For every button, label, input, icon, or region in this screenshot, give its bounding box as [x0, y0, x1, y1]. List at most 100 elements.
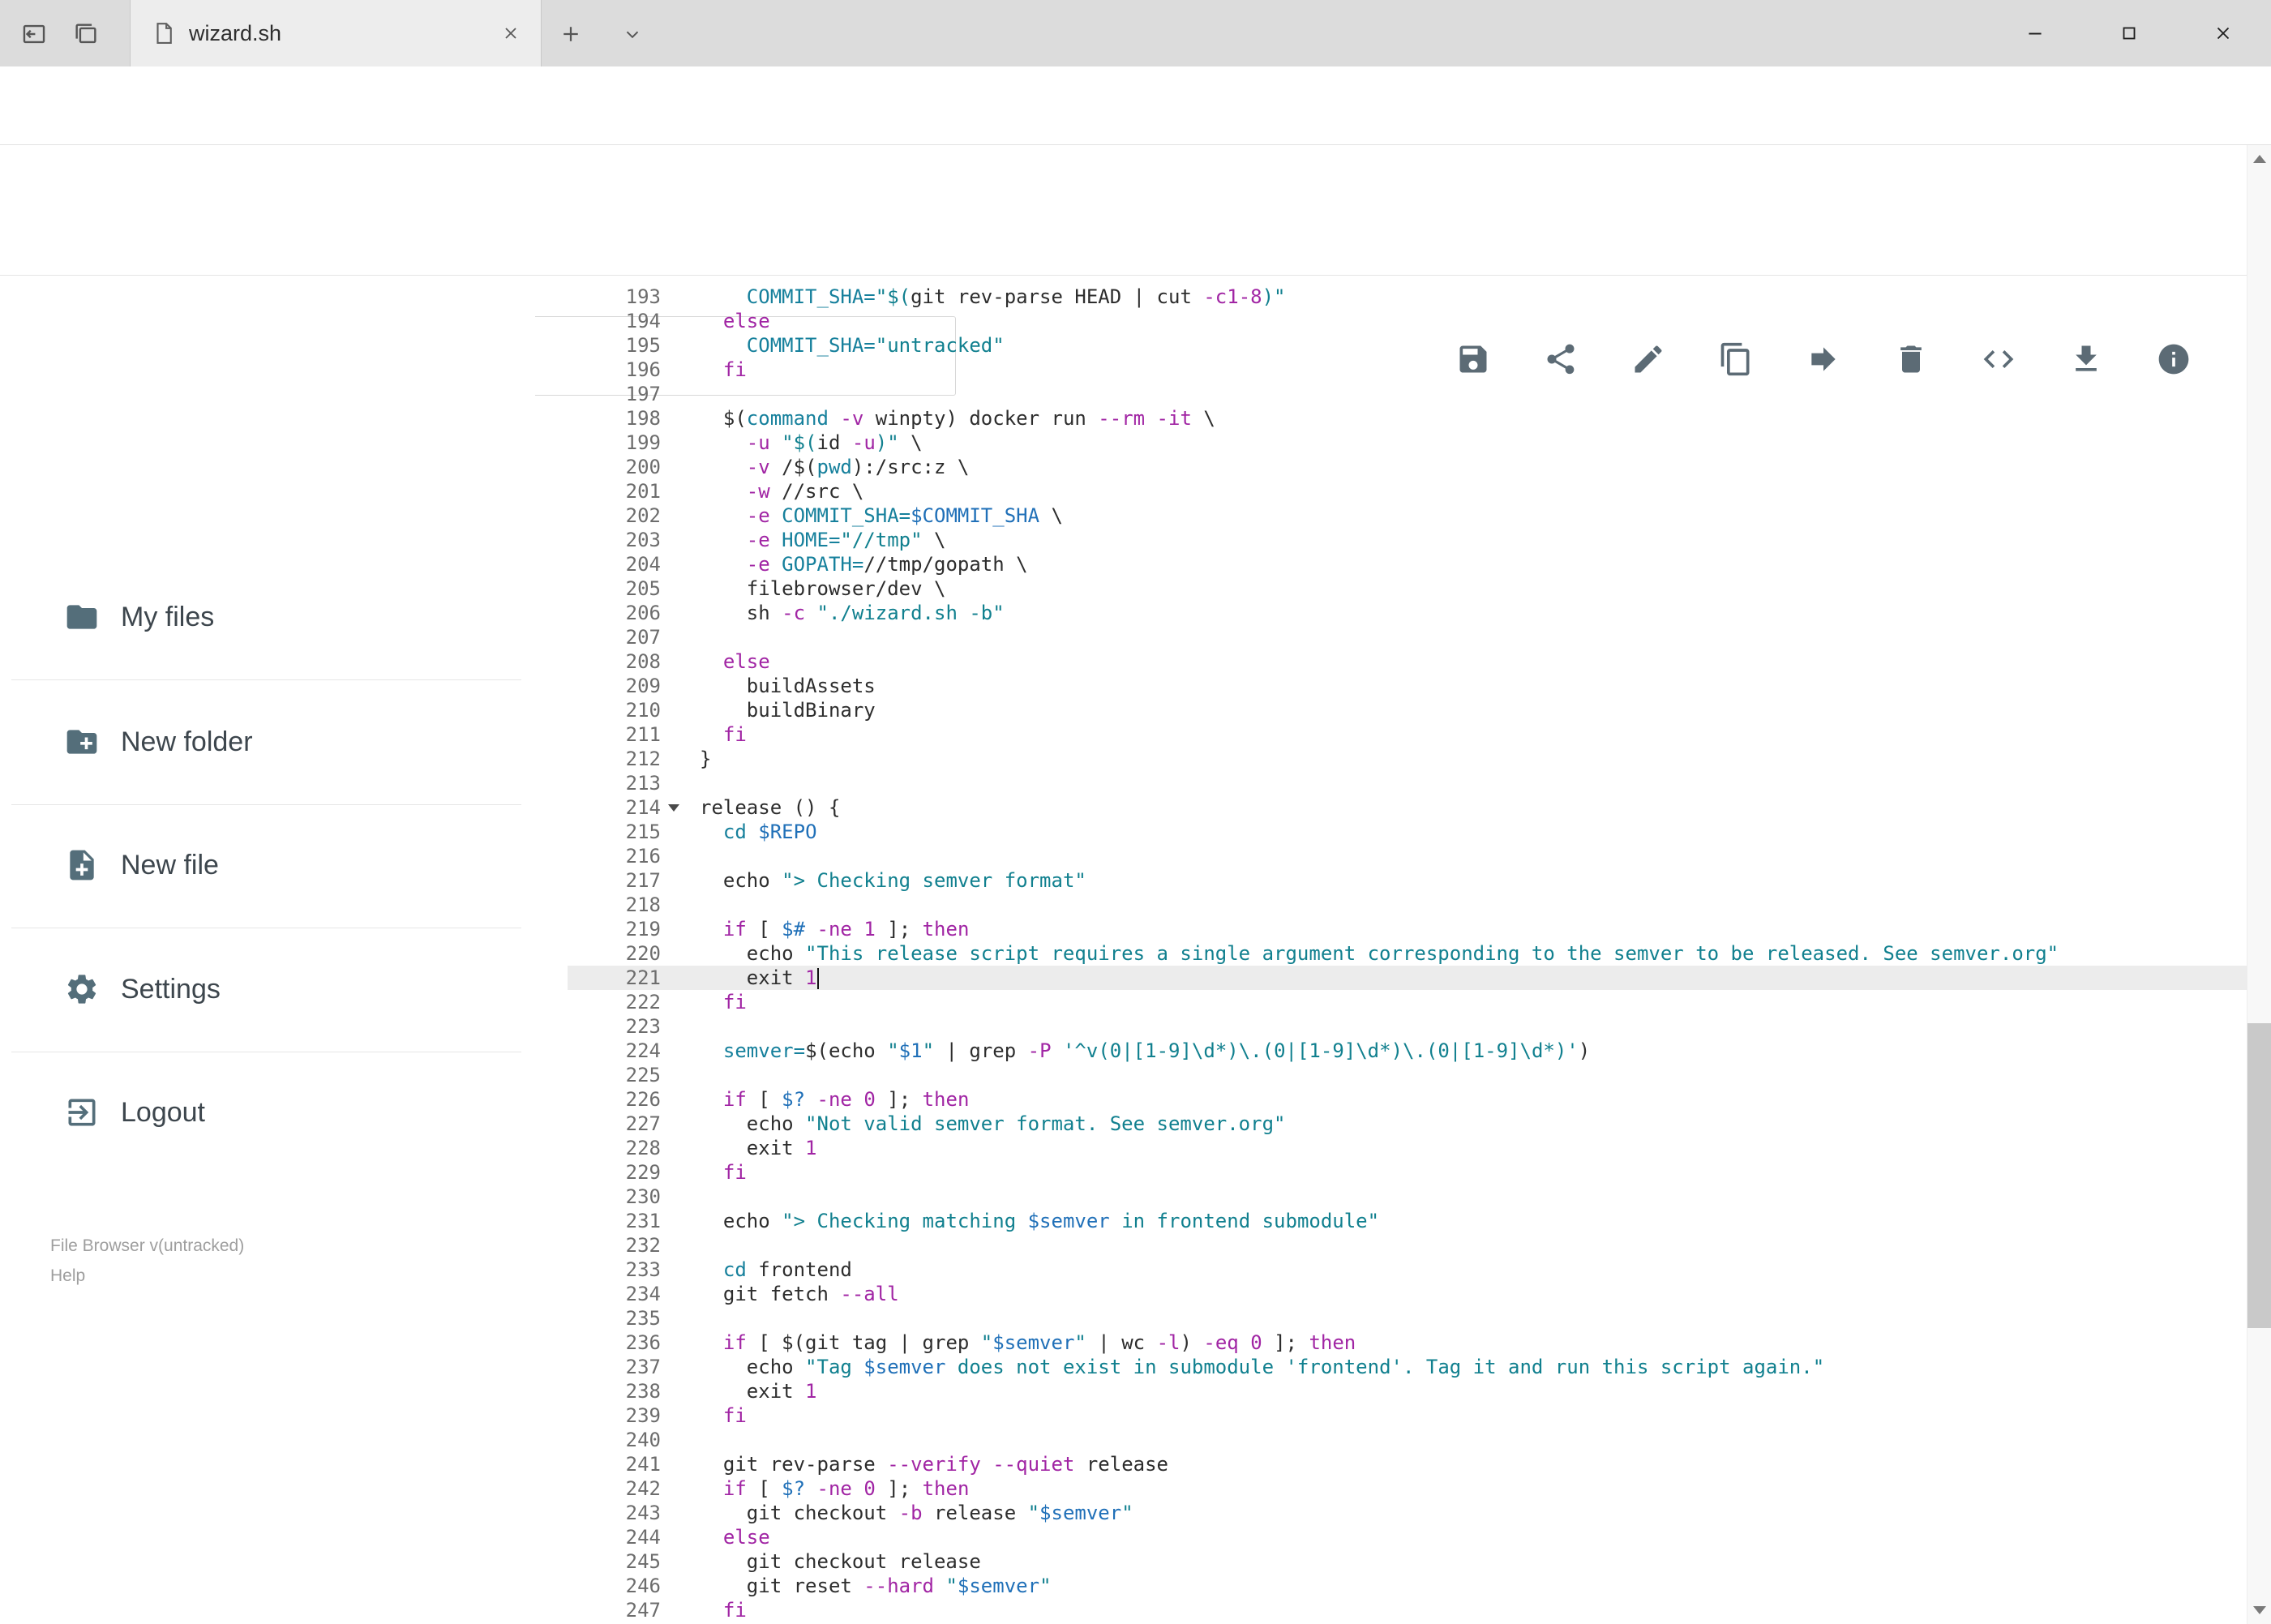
code-line[interactable]: 203 -e HOME="//tmp" \	[568, 528, 2247, 552]
scrollbar-thumb[interactable]	[2247, 1023, 2271, 1328]
code-line[interactable]: 214 release () {	[568, 795, 2247, 820]
code-line[interactable]: 243 git checkout -b release "$semver"	[568, 1501, 2247, 1525]
line-number: 228	[625, 1137, 661, 1159]
code-line[interactable]: 231 echo "> Checking matching $semver in…	[568, 1209, 2247, 1233]
line-number: 193	[625, 285, 661, 308]
code-line[interactable]: 237 echo "Tag $semver does not exist in …	[568, 1355, 2247, 1379]
line-number: 218	[625, 893, 661, 916]
code-line[interactable]: 198 $(command -v winpty) docker run --rm…	[568, 406, 2247, 431]
close-window-button[interactable]	[2188, 0, 2258, 66]
tab-preview-chevron[interactable]	[616, 18, 649, 50]
page-icon	[156, 23, 172, 44]
line-number: 214	[625, 796, 661, 819]
line-number: 205	[625, 577, 661, 600]
code-line[interactable]: 241 git rev-parse --verify --quiet relea…	[568, 1452, 2247, 1476]
close-icon	[2217, 27, 2230, 40]
line-number: 242	[625, 1477, 661, 1500]
code-line[interactable]: 224 semver=$(echo "$1" | grep -P '^v(0|[…	[568, 1039, 2247, 1063]
code-line[interactable]: 232	[568, 1233, 2247, 1258]
code-line[interactable]: 239 fi	[568, 1403, 2247, 1428]
code-line[interactable]: 221 exit 1	[568, 966, 2247, 990]
code-line[interactable]: 247 fi	[568, 1598, 2247, 1622]
code-editor[interactable]: 193 COMMIT_SHA="$(git rev-parse HEAD | c…	[568, 276, 2247, 1624]
code-line[interactable]: 196 fi	[568, 358, 2247, 382]
line-number: 203	[625, 529, 661, 551]
sidebar-item-label: My files	[121, 601, 215, 632]
sidebar-item-logout[interactable]: Logout	[0, 1080, 521, 1145]
line-number: 243	[625, 1502, 661, 1524]
code-line[interactable]: 236 if [ $(git tag | grep "$semver" | wc…	[568, 1330, 2247, 1355]
code-line[interactable]: 207	[568, 625, 2247, 649]
code-line[interactable]: 210 buildBinary	[568, 698, 2247, 722]
code-line[interactable]: 245 git checkout release	[568, 1549, 2247, 1574]
code-line[interactable]: 225	[568, 1063, 2247, 1087]
code-line[interactable]: 212}	[568, 747, 2247, 771]
sidebar-item-new-file[interactable]: New file	[0, 833, 521, 898]
code-line[interactable]: 209 buildAssets	[568, 674, 2247, 698]
code-line[interactable]: 229 fi	[568, 1160, 2247, 1185]
code-line[interactable]: 219 if [ $# -ne 1 ]; then	[568, 917, 2247, 941]
code-line[interactable]: 235	[568, 1306, 2247, 1330]
code-line[interactable]: 242 if [ $? -ne 0 ]; then	[568, 1476, 2247, 1501]
code-line[interactable]: 213	[568, 771, 2247, 795]
code-line[interactable]: 208 else	[568, 649, 2247, 674]
code-line[interactable]: 227 echo "Not valid semver format. See s…	[568, 1112, 2247, 1136]
line-number: 245	[625, 1550, 661, 1573]
code-line[interactable]: 195 COMMIT_SHA="untracked"	[568, 333, 2247, 358]
set-tabs-aside-button[interactable]	[18, 18, 50, 50]
code-line[interactable]: 223	[568, 1014, 2247, 1039]
code-line[interactable]: 202 -e COMMIT_SHA=$COMMIT_SHA \	[568, 503, 2247, 528]
sidebar-item-new-folder[interactable]: New folder	[0, 709, 521, 774]
code-line[interactable]: 222 fi	[568, 990, 2247, 1014]
code-line[interactable]: 199 -u "$(id -u)" \	[568, 431, 2247, 455]
line-number: 239	[625, 1404, 661, 1427]
maximize-button[interactable]	[2094, 0, 2164, 66]
line-number: 222	[625, 991, 661, 1013]
line-number: 229	[625, 1161, 661, 1184]
code-line[interactable]: 230	[568, 1185, 2247, 1209]
tabs-preview-button[interactable]	[70, 18, 102, 50]
code-line[interactable]: 211 fi	[568, 722, 2247, 747]
browser-tab[interactable]: wizard.sh	[130, 0, 542, 66]
code-line[interactable]: 206 sh -c "./wizard.sh -b"	[568, 601, 2247, 625]
fold-arrow-icon[interactable]	[668, 804, 679, 812]
code-line[interactable]: 194 else	[568, 309, 2247, 333]
code-line[interactable]: 197	[568, 382, 2247, 406]
code-line[interactable]: 240	[568, 1428, 2247, 1452]
divider	[11, 679, 521, 680]
code-line[interactable]: 201 -w //src \	[568, 479, 2247, 503]
code-line[interactable]: 228 exit 1	[568, 1136, 2247, 1160]
code-line[interactable]: 238 exit 1	[568, 1379, 2247, 1403]
code-line[interactable]: 233 cd frontend	[568, 1258, 2247, 1282]
code-line[interactable]: 215 cd $REPO	[568, 820, 2247, 844]
code-line[interactable]: 193 COMMIT_SHA="$(git rev-parse HEAD | c…	[568, 285, 2247, 309]
code-line[interactable]: 205 filebrowser/dev \	[568, 576, 2247, 601]
sidebar: My files New folder New file Settings Lo…	[0, 276, 535, 1624]
tab-close-button[interactable]	[497, 19, 525, 47]
code-line[interactable]: 246 git reset --hard "$semver"	[568, 1574, 2247, 1598]
code-line[interactable]: 217 echo "> Checking semver format"	[568, 868, 2247, 893]
code-line[interactable]: 234 git fetch --all	[568, 1282, 2247, 1306]
new-tab-button[interactable]	[555, 18, 587, 50]
scrollbar[interactable]	[2247, 145, 2271, 1624]
code-line[interactable]: 204 -e GOPATH=//tmp/gopath \	[568, 552, 2247, 576]
browser-titlebar: wizard.sh	[0, 0, 2271, 66]
sidebar-item-my-files[interactable]: My files	[0, 585, 521, 649]
line-number: 220	[625, 942, 661, 965]
code-line[interactable]: 226 if [ $? -ne 0 ]; then	[568, 1087, 2247, 1112]
code-line[interactable]: 244 else	[568, 1525, 2247, 1549]
code-line[interactable]: 216	[568, 844, 2247, 868]
line-number: 224	[625, 1039, 661, 1062]
sidebar-item-settings[interactable]: Settings	[0, 957, 521, 1022]
line-number: 194	[625, 310, 661, 332]
scroll-up-icon[interactable]	[2253, 155, 2266, 163]
code-line[interactable]: 200 -v /$(pwd):/src:z \	[568, 455, 2247, 479]
line-number: 211	[625, 723, 661, 746]
code-line[interactable]: 220 echo "This release script requires a…	[568, 941, 2247, 966]
help-link[interactable]: Help	[50, 1261, 244, 1291]
minimize-button[interactable]	[2000, 0, 2070, 66]
set-tabs-aside-icon	[23, 24, 45, 44]
line-number: 212	[625, 748, 661, 770]
scroll-down-icon[interactable]	[2253, 1606, 2266, 1614]
code-line[interactable]: 218	[568, 893, 2247, 917]
